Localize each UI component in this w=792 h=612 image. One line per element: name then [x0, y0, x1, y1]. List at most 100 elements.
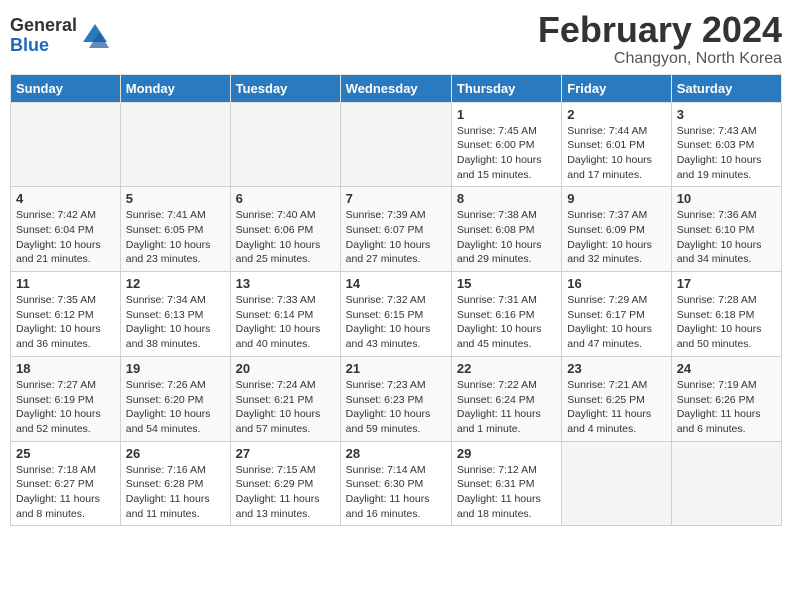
- title-area: February 2024 Changyon, North Korea: [538, 10, 782, 68]
- day-number: 6: [236, 191, 335, 206]
- day-number: 22: [457, 361, 556, 376]
- calendar-cell: 27Sunrise: 7:15 AM Sunset: 6:29 PM Dayli…: [230, 441, 340, 526]
- day-info: Sunrise: 7:15 AM Sunset: 6:29 PM Dayligh…: [236, 463, 335, 522]
- day-number: 23: [567, 361, 665, 376]
- calendar-cell: 21 Sunrise: 7:23 AM Sunset: 6:23 PM Dayli…: [340, 356, 451, 441]
- weekday-header-saturday: Saturday: [671, 74, 781, 102]
- day-number: 28: [346, 446, 446, 461]
- day-info: Sunrise: 7:39 AM Sunset: 6:07 PM Dayligh…: [346, 208, 446, 267]
- calendar-cell: 8Sunrise: 7:38 AM Sunset: 6:08 PM Daylig…: [451, 187, 561, 272]
- weekday-header-tuesday: Tuesday: [230, 74, 340, 102]
- day-info: Sunrise: 7:26 AM Sunset: 6:20 PM Dayligh…: [126, 378, 225, 437]
- day-info: Sunrise: 7:43 AM Sunset: 6:03 PM Dayligh…: [677, 124, 776, 183]
- weekday-header-row: SundayMondayTuesdayWednesdayThursdayFrid…: [11, 74, 782, 102]
- calendar-cell: 3Sunrise: 7:43 AM Sunset: 6:03 PM Daylig…: [671, 102, 781, 187]
- calendar-cell: 4 Sunrise: 7:42 AM Sunset: 6:04 PM Daylig…: [11, 187, 121, 272]
- calendar-cell: [340, 102, 451, 187]
- day-info: Sunrise: 7:34 AM Sunset: 6:13 PM Dayligh…: [126, 293, 225, 352]
- day-number: 7: [346, 191, 446, 206]
- day-info: Sunrise: 7:24 AM Sunset: 6:21 PM Dayligh…: [236, 378, 335, 437]
- weekday-header-wednesday: Wednesday: [340, 74, 451, 102]
- calendar-cell: 25 Sunrise: 7:18 AM Sunset: 6:27 PM Dayli…: [11, 441, 121, 526]
- day-info: Sunrise: 7:16 AM Sunset: 6:28 PM Dayligh…: [126, 463, 225, 522]
- calendar-cell: 12 Sunrise: 7:34 AM Sunset: 6:13 PM Dayli…: [120, 272, 230, 357]
- calendar-cell: 6 Sunrise: 7:40 AM Sunset: 6:06 PM Daylig…: [230, 187, 340, 272]
- logo: General Blue: [10, 10, 109, 62]
- week-row-2: 4 Sunrise: 7:42 AM Sunset: 6:04 PM Daylig…: [11, 187, 782, 272]
- day-number: 1: [457, 107, 556, 122]
- day-info: Sunrise: 7:31 AM Sunset: 6:16 PM Dayligh…: [457, 293, 556, 352]
- calendar-cell: [230, 102, 340, 187]
- month-title: February 2024: [538, 10, 782, 50]
- calendar-cell: 7 Sunrise: 7:39 AM Sunset: 6:07 PM Daylig…: [340, 187, 451, 272]
- day-number: 29: [457, 446, 556, 461]
- day-number: 4: [16, 191, 115, 206]
- day-info: Sunrise: 7:28 AM Sunset: 6:18 PM Dayligh…: [677, 293, 776, 352]
- day-number: 12: [126, 276, 225, 291]
- calendar-cell: 10Sunrise: 7:36 AM Sunset: 6:10 PM Dayli…: [671, 187, 781, 272]
- day-number: 9: [567, 191, 665, 206]
- day-number: 20: [236, 361, 335, 376]
- logo-icon: [81, 22, 109, 50]
- calendar-cell: 23 Sunrise: 7:21 AM Sunset: 6:25 PM Dayli…: [562, 356, 671, 441]
- logo-blue: Blue: [10, 36, 77, 56]
- day-number: 19: [126, 361, 225, 376]
- week-row-1: 1 Sunrise: 7:45 AM Sunset: 6:00 PM Daylig…: [11, 102, 782, 187]
- day-info: Sunrise: 7:40 AM Sunset: 6:06 PM Dayligh…: [236, 208, 335, 267]
- calendar-cell: 16Sunrise: 7:29 AM Sunset: 6:17 PM Dayli…: [562, 272, 671, 357]
- day-number: 2: [567, 107, 665, 122]
- day-info: Sunrise: 7:38 AM Sunset: 6:08 PM Dayligh…: [457, 208, 556, 267]
- day-number: 11: [16, 276, 115, 291]
- calendar-cell: 20 Sunrise: 7:24 AM Sunset: 6:21 PM Dayli…: [230, 356, 340, 441]
- day-info: Sunrise: 7:19 AM Sunset: 6:26 PM Dayligh…: [677, 378, 776, 437]
- day-info: Sunrise: 7:14 AM Sunset: 6:30 PM Dayligh…: [346, 463, 446, 522]
- calendar-cell: 11Sunrise: 7:35 AM Sunset: 6:12 PM Dayli…: [11, 272, 121, 357]
- day-info: Sunrise: 7:18 AM Sunset: 6:27 PM Dayligh…: [16, 463, 115, 522]
- day-number: 15: [457, 276, 556, 291]
- day-number: 14: [346, 276, 446, 291]
- calendar-cell: 9Sunrise: 7:37 AM Sunset: 6:09 PM Daylig…: [562, 187, 671, 272]
- day-number: 13: [236, 276, 335, 291]
- week-row-5: 25 Sunrise: 7:18 AM Sunset: 6:27 PM Dayli…: [11, 441, 782, 526]
- day-info: Sunrise: 7:27 AM Sunset: 6:19 PM Dayligh…: [16, 378, 115, 437]
- calendar-table: SundayMondayTuesdayWednesdayThursdayFrid…: [10, 74, 782, 527]
- calendar-cell: 17 Sunrise: 7:28 AM Sunset: 6:18 PM Dayli…: [671, 272, 781, 357]
- calendar-cell: 2Sunrise: 7:44 AM Sunset: 6:01 PM Daylig…: [562, 102, 671, 187]
- day-number: 24: [677, 361, 776, 376]
- calendar-cell: 18 Sunrise: 7:27 AM Sunset: 6:19 PM Dayli…: [11, 356, 121, 441]
- calendar-cell: 15 Sunrise: 7:31 AM Sunset: 6:16 PM Dayli…: [451, 272, 561, 357]
- week-row-4: 18 Sunrise: 7:27 AM Sunset: 6:19 PM Dayli…: [11, 356, 782, 441]
- logo-general: General: [10, 16, 77, 36]
- day-info: Sunrise: 7:45 AM Sunset: 6:00 PM Dayligh…: [457, 124, 556, 183]
- day-number: 25: [16, 446, 115, 461]
- day-info: Sunrise: 7:42 AM Sunset: 6:04 PM Dayligh…: [16, 208, 115, 267]
- day-number: 21: [346, 361, 446, 376]
- weekday-header-monday: Monday: [120, 74, 230, 102]
- day-info: Sunrise: 7:32 AM Sunset: 6:15 PM Dayligh…: [346, 293, 446, 352]
- day-number: 17: [677, 276, 776, 291]
- day-number: 10: [677, 191, 776, 206]
- subtitle: Changyon, North Korea: [538, 50, 782, 68]
- calendar-cell: 5Sunrise: 7:41 AM Sunset: 6:05 PM Daylig…: [120, 187, 230, 272]
- calendar-cell: [120, 102, 230, 187]
- calendar-cell: 29Sunrise: 7:12 AM Sunset: 6:31 PM Dayli…: [451, 441, 561, 526]
- calendar-cell: 28 Sunrise: 7:14 AM Sunset: 6:30 PM Dayli…: [340, 441, 451, 526]
- day-info: Sunrise: 7:33 AM Sunset: 6:14 PM Dayligh…: [236, 293, 335, 352]
- weekday-header-thursday: Thursday: [451, 74, 561, 102]
- calendar-cell: 24 Sunrise: 7:19 AM Sunset: 6:26 PM Dayli…: [671, 356, 781, 441]
- weekday-header-friday: Friday: [562, 74, 671, 102]
- day-number: 26: [126, 446, 225, 461]
- calendar-cell: [671, 441, 781, 526]
- day-number: 16: [567, 276, 665, 291]
- calendar-cell: 22 Sunrise: 7:22 AM Sunset: 6:24 PM Dayli…: [451, 356, 561, 441]
- calendar-cell: 13 Sunrise: 7:33 AM Sunset: 6:14 PM Dayli…: [230, 272, 340, 357]
- calendar-cell: 26 Sunrise: 7:16 AM Sunset: 6:28 PM Dayli…: [120, 441, 230, 526]
- calendar-cell: 1 Sunrise: 7:45 AM Sunset: 6:00 PM Daylig…: [451, 102, 561, 187]
- day-info: Sunrise: 7:22 AM Sunset: 6:24 PM Dayligh…: [457, 378, 556, 437]
- calendar-cell: [11, 102, 121, 187]
- day-number: 18: [16, 361, 115, 376]
- day-info: Sunrise: 7:41 AM Sunset: 6:05 PM Dayligh…: [126, 208, 225, 267]
- day-info: Sunrise: 7:21 AM Sunset: 6:25 PM Dayligh…: [567, 378, 665, 437]
- week-row-3: 11Sunrise: 7:35 AM Sunset: 6:12 PM Dayli…: [11, 272, 782, 357]
- day-info: Sunrise: 7:23 AM Sunset: 6:23 PM Dayligh…: [346, 378, 446, 437]
